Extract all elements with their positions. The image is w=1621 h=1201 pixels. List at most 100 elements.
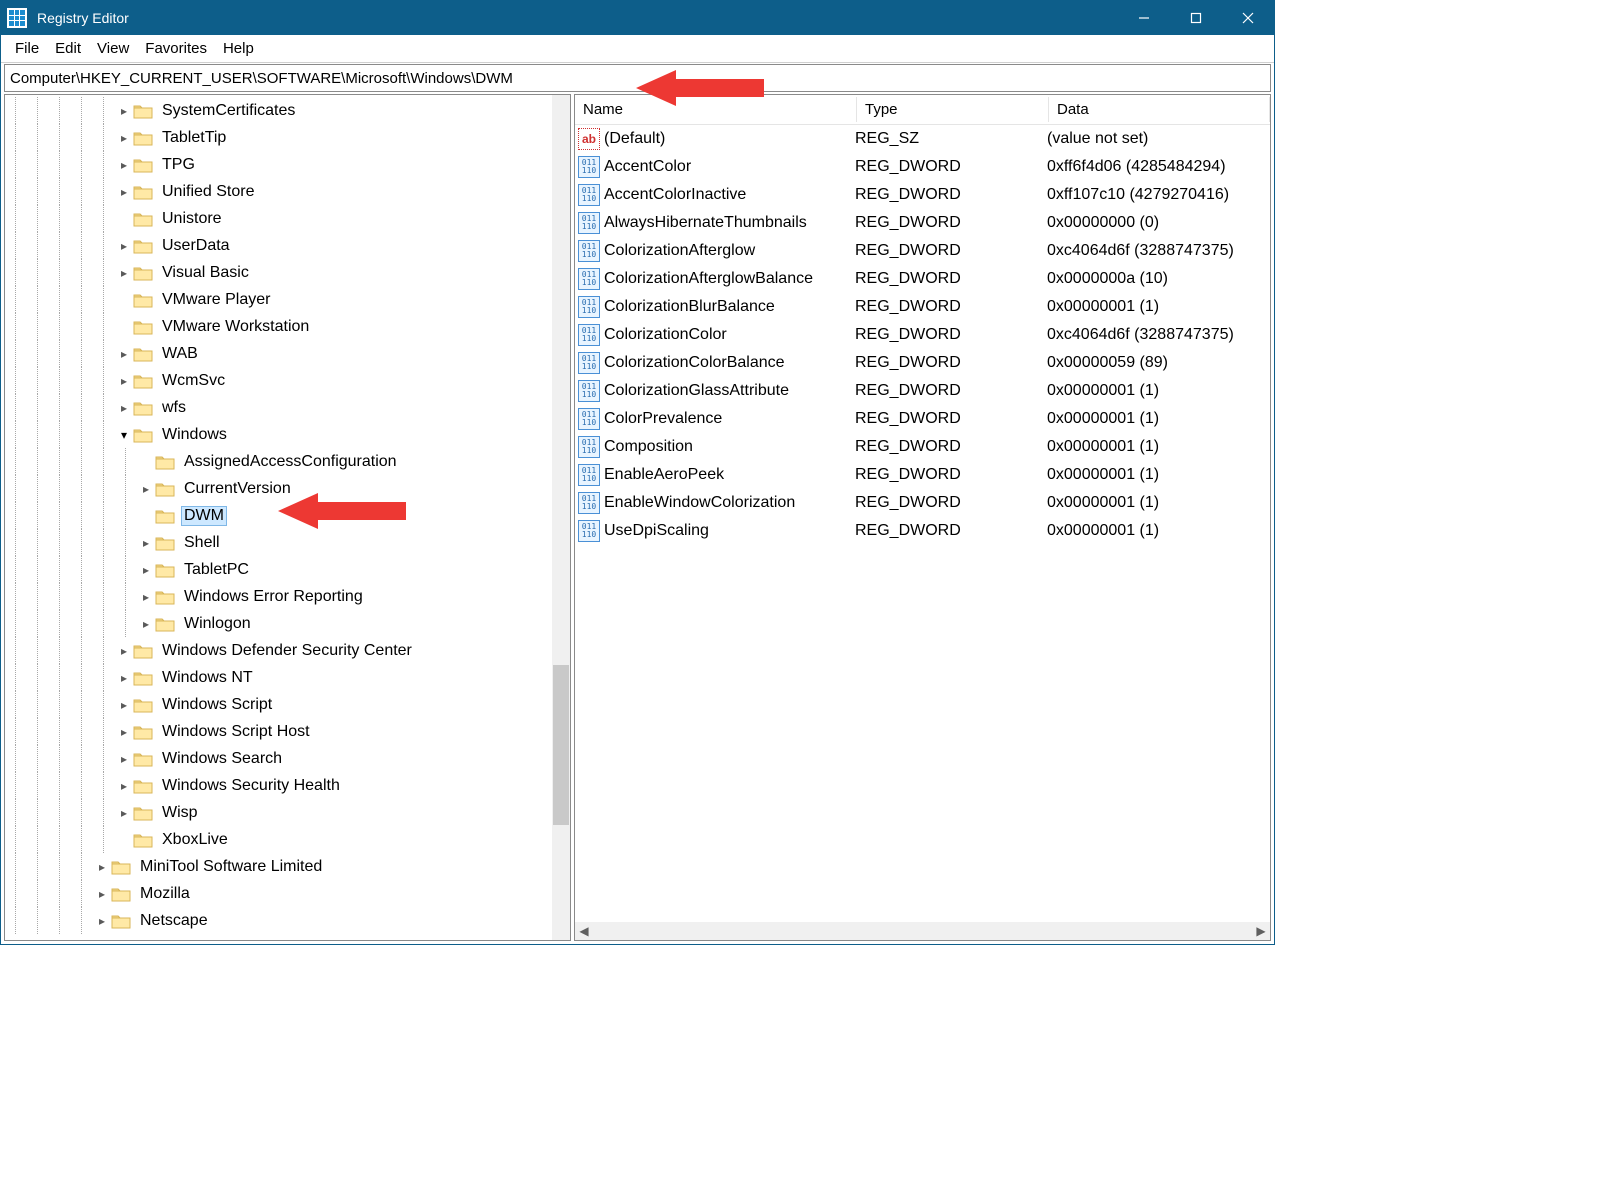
value-row[interactable]: 011110AlwaysHibernateThumbnailsREG_DWORD… [575,209,1270,237]
dword-value-icon: 011110 [578,240,600,262]
column-type[interactable]: Type [857,97,1049,122]
tree-item[interactable]: ▸Shell [5,529,570,556]
chevron-right-icon[interactable]: ▸ [115,131,133,145]
tree-item[interactable]: ▸Visual Basic [5,259,570,286]
value-row[interactable]: 011110UseDpiScalingREG_DWORD0x00000001 (… [575,517,1270,545]
tree-item[interactable]: ▾Windows [5,421,570,448]
chevron-right-icon[interactable]: ▸ [93,914,111,928]
chevron-right-icon[interactable]: ▸ [115,698,133,712]
tree-item[interactable]: ▸CurrentVersion [5,475,570,502]
value-row[interactable]: 011110ColorizationBlurBalanceREG_DWORD0x… [575,293,1270,321]
value-row[interactable]: 011110ColorPrevalenceREG_DWORD0x00000001… [575,405,1270,433]
chevron-right-icon[interactable]: ▸ [115,644,133,658]
menu-favorites[interactable]: Favorites [137,38,215,59]
chevron-right-icon[interactable]: ▸ [93,887,111,901]
value-row[interactable]: 011110CompositionREG_DWORD0x00000001 (1) [575,433,1270,461]
tree-item[interactable]: ▸Windows Error Reporting [5,583,570,610]
chevron-right-icon[interactable]: ▸ [115,752,133,766]
chevron-right-icon[interactable]: ▸ [115,347,133,361]
list-hscrollbar[interactable]: ◀ ▶ [575,922,1270,940]
tree-item[interactable]: ▸TabletTip [5,124,570,151]
tree-item[interactable]: ▸WcmSvc [5,367,570,394]
menu-view[interactable]: View [89,38,137,59]
chevron-right-icon[interactable]: ▸ [115,239,133,253]
tree-item[interactable]: Unistore [5,205,570,232]
value-row[interactable]: 011110ColorizationGlassAttributeREG_DWOR… [575,377,1270,405]
chevron-right-icon[interactable]: ▸ [137,482,155,496]
tree-item-label: Windows Script [159,695,275,715]
folder-icon [111,913,131,929]
value-name: AccentColor [604,158,855,176]
menu-help[interactable]: Help [215,38,262,59]
value-row[interactable]: 011110EnableAeroPeekREG_DWORD0x00000001 … [575,461,1270,489]
address-bar[interactable]: Computer\HKEY_CURRENT_USER\SOFTWARE\Micr… [4,64,1271,92]
close-button[interactable] [1222,1,1274,35]
value-row[interactable]: 011110ColorizationAfterglowREG_DWORD0xc4… [575,237,1270,265]
value-row[interactable]: 011110AccentColorREG_DWORD0xff6f4d06 (42… [575,153,1270,181]
tree-item[interactable]: ▸MiniTool Software Limited [5,853,570,880]
scroll-left-icon[interactable]: ◀ [575,924,593,938]
value-row[interactable]: 011110EnableWindowColorizationREG_DWORD0… [575,489,1270,517]
tree-item[interactable]: AssignedAccessConfiguration [5,448,570,475]
menu-file[interactable]: File [7,38,47,59]
tree-item[interactable]: ▸UserData [5,232,570,259]
maximize-button[interactable] [1170,1,1222,35]
tree-item[interactable]: VMware Workstation [5,313,570,340]
tree-item[interactable]: ▸Unified Store [5,178,570,205]
tree-item[interactable]: ▸Netscape [5,907,570,934]
scroll-right-icon[interactable]: ▶ [1252,924,1270,938]
tree-item[interactable]: ▸Windows NT [5,664,570,691]
value-data: (value not set) [1047,130,1270,148]
value-row[interactable]: 011110AccentColorInactiveREG_DWORD0xff10… [575,181,1270,209]
minimize-button[interactable] [1118,1,1170,35]
tree-item[interactable]: ▸wfs [5,394,570,421]
tree-body[interactable]: ▸SystemCertificates▸TabletTip▸TPG▸Unifie… [5,95,570,934]
tree-item[interactable]: ▸Winlogon [5,610,570,637]
tree-item[interactable]: ▸Wisp [5,799,570,826]
tree-item[interactable]: ▸Windows Search [5,745,570,772]
chevron-right-icon[interactable]: ▸ [115,266,133,280]
chevron-right-icon[interactable]: ▸ [137,617,155,631]
chevron-right-icon[interactable]: ▸ [137,536,155,550]
chevron-right-icon[interactable]: ▸ [137,590,155,604]
column-data[interactable]: Data [1049,97,1270,122]
value-row[interactable]: 011110ColorizationColorBalanceREG_DWORD0… [575,349,1270,377]
tree-item[interactable]: XboxLive [5,826,570,853]
chevron-right-icon[interactable]: ▸ [115,401,133,415]
tree-item[interactable]: ▸ Windows Script [5,691,570,718]
tree-item[interactable]: VMware Player [5,286,570,313]
chevron-right-icon[interactable]: ▸ [115,185,133,199]
list-body[interactable]: ab(Default)REG_SZ(value not set)011110Ac… [575,125,1270,922]
value-row[interactable]: 011110ColorizationAfterglowBalanceREG_DW… [575,265,1270,293]
tree-item[interactable]: ▸Windows Script Host [5,718,570,745]
chevron-right-icon[interactable]: ▸ [115,158,133,172]
scrollbar-thumb[interactable] [553,665,569,825]
app-icon [7,8,27,28]
menu-edit[interactable]: Edit [47,38,89,59]
tree-item[interactable]: ▸SystemCertificates [5,97,570,124]
chevron-right-icon[interactable]: ▸ [115,374,133,388]
value-type: REG_DWORD [855,410,1047,428]
tree-item[interactable]: ▸TabletPC [5,556,570,583]
chevron-right-icon[interactable]: ▸ [115,806,133,820]
chevron-right-icon[interactable]: ▸ [115,671,133,685]
tree-scrollbar[interactable] [552,95,570,940]
tree-item[interactable]: ▸Windows Defender Security Center [5,637,570,664]
chevron-right-icon[interactable]: ▸ [115,104,133,118]
chevron-right-icon[interactable]: ▸ [93,860,111,874]
value-row[interactable]: 011110ColorizationColorREG_DWORD0xc4064d… [575,321,1270,349]
chevron-down-icon[interactable]: ▾ [115,428,133,442]
chevron-right-icon[interactable]: ▸ [115,725,133,739]
tree-item[interactable]: ▸ WAB [5,340,570,367]
tree-item-label: WAB [159,344,201,364]
tree-item[interactable]: ▸Mozilla [5,880,570,907]
folder-icon [133,373,153,389]
tree-item[interactable]: DWM [5,502,570,529]
chevron-right-icon[interactable]: ▸ [137,563,155,577]
chevron-right-icon[interactable]: ▸ [115,779,133,793]
value-row[interactable]: ab(Default)REG_SZ(value not set) [575,125,1270,153]
column-name[interactable]: Name [575,97,857,122]
address-text: Computer\HKEY_CURRENT_USER\SOFTWARE\Micr… [10,70,513,87]
tree-item[interactable]: ▸Windows Security Health [5,772,570,799]
tree-item[interactable]: ▸TPG [5,151,570,178]
